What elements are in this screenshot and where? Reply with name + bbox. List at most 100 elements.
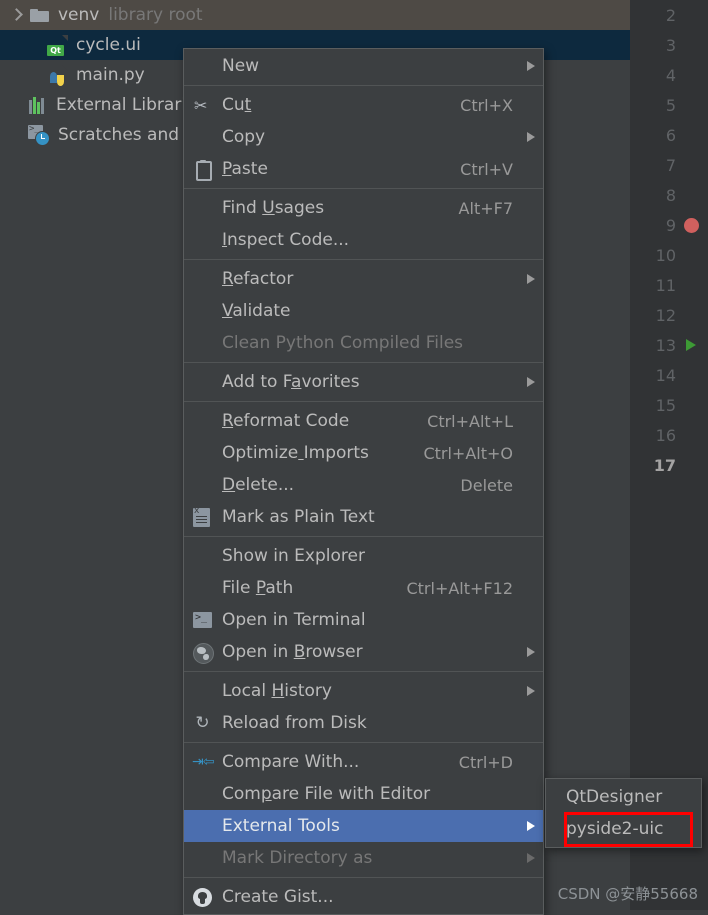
- gutter-line-4[interactable]: 4: [630, 60, 708, 90]
- menu-separator: [184, 536, 543, 537]
- menu-item-add-to-favorites[interactable]: Add to Favorites: [184, 366, 543, 398]
- file-context-menu[interactable]: New ✂ Cut Ctrl+X Copy Paste Ctrl+V Find Usages A…: [183, 48, 544, 915]
- gutter-line-10[interactable]: 10: [630, 240, 708, 270]
- gutter-line-15[interactable]: 15: [630, 390, 708, 420]
- menu-item-label: Show in Explorer: [222, 546, 365, 566]
- submenu-item-pyside2-uic[interactable]: pyside2-uic: [546, 813, 701, 845]
- menu-item-icon-slot: [184, 442, 222, 464]
- menu-item-label: Validate: [222, 301, 291, 321]
- line-number: 13: [655, 335, 676, 355]
- menu-item-label: Open in Browser: [222, 642, 363, 662]
- gutter-line-2[interactable]: 2: [630, 0, 708, 30]
- menu-item-find-usages[interactable]: Find Usages Alt+F7: [184, 192, 543, 224]
- tree-row-label: cycle.ui: [76, 35, 141, 55]
- gutter-line-5[interactable]: 5: [630, 90, 708, 120]
- gutter-line-6[interactable]: 6: [630, 120, 708, 150]
- submenu-arrow-icon: [527, 132, 535, 142]
- menu-item-reload-from-disk[interactable]: ↻ Reload from Disk: [184, 707, 543, 739]
- menu-item-shortcut: Delete: [460, 475, 513, 495]
- menu-separator: [184, 362, 543, 363]
- menu-item-icon-slot: [184, 126, 222, 148]
- run-triangle-icon[interactable]: [686, 339, 696, 351]
- menu-item-icon-slot: [184, 55, 222, 77]
- gutter-line-11[interactable]: 11: [630, 270, 708, 300]
- menu-item-file-path[interactable]: File Path Ctrl+Alt+F12: [184, 572, 543, 604]
- menu-item-label: Mark Directory as: [222, 848, 373, 868]
- submenu-arrow-icon: [527, 377, 535, 387]
- menu-item-validate[interactable]: Validate: [184, 295, 543, 327]
- gutter-line-14[interactable]: 14: [630, 360, 708, 390]
- menu-item-new[interactable]: New: [184, 50, 543, 82]
- tree-row-venv[interactable]: venv library root: [0, 0, 630, 30]
- menu-item-optimize-imports[interactable]: Optimize Imports Ctrl+Alt+O: [184, 437, 543, 469]
- menu-separator: [184, 401, 543, 402]
- tree-row-secondary-label: library root: [108, 5, 203, 25]
- menu-item-local-history[interactable]: Local History: [184, 675, 543, 707]
- menu-item-icon-slot: [184, 609, 222, 631]
- menu-item-open-in-browser[interactable]: Open in Browser: [184, 636, 543, 668]
- menu-item-create-gist[interactable]: Create Gist...: [184, 881, 543, 913]
- line-number: 11: [655, 275, 676, 295]
- gutter-line-16[interactable]: 16: [630, 420, 708, 450]
- menu-item-icon-slot: [184, 815, 222, 837]
- gutter-line-9[interactable]: 9: [630, 210, 708, 240]
- menu-item-reformat-code[interactable]: Reformat Code Ctrl+Alt+L: [184, 405, 543, 437]
- menu-item-icon-slot: [184, 371, 222, 393]
- python-file-icon: [46, 65, 68, 86]
- submenu-item-label: QtDesigner: [566, 787, 663, 807]
- menu-item-paste[interactable]: Paste Ctrl+V: [184, 153, 543, 185]
- menu-item-compare-with[interactable]: ⇥⇦ Compare With... Ctrl+D: [184, 746, 543, 778]
- chevron-right-icon[interactable]: [8, 7, 24, 23]
- menu-item-mark-as-plain-text[interactable]: Mark as Plain Text: [184, 501, 543, 533]
- menu-item-cut[interactable]: ✂ Cut Ctrl+X: [184, 89, 543, 121]
- submenu-arrow-icon: [527, 61, 535, 71]
- menu-item-external-tools[interactable]: External Tools: [184, 810, 543, 842]
- menu-separator: [184, 188, 543, 189]
- menu-item-icon-slot: [184, 410, 222, 432]
- menu-item-label: Create Gist...: [222, 887, 334, 907]
- submenu-arrow-icon: [527, 686, 535, 696]
- compare-icon: ⇥⇦: [192, 754, 214, 770]
- gutter-line-7[interactable]: 7: [630, 150, 708, 180]
- menu-item-icon-slot: [184, 641, 222, 664]
- menu-item-refactor[interactable]: Refactor: [184, 263, 543, 295]
- menu-item-show-in-explorer[interactable]: Show in Explorer: [184, 540, 543, 572]
- gutter-line-17[interactable]: 17: [630, 450, 708, 480]
- line-number: 7: [665, 155, 676, 175]
- menu-item-delete[interactable]: Delete... Delete: [184, 469, 543, 501]
- gutter-line-13[interactable]: 13: [630, 330, 708, 360]
- menu-item-label: Refactor: [222, 269, 294, 289]
- gutter-line-8[interactable]: 8: [630, 180, 708, 210]
- menu-item-inspect-code[interactable]: Inspect Code...: [184, 224, 543, 256]
- line-number: 5: [665, 95, 676, 115]
- menu-item-compare-file-with-editor[interactable]: Compare File with Editor: [184, 778, 543, 810]
- gutter-line-12[interactable]: 12: [630, 300, 708, 330]
- github-icon: [193, 888, 212, 907]
- menu-item-icon-slot: [184, 506, 222, 528]
- line-number: 15: [655, 395, 676, 415]
- line-number: 2: [665, 5, 676, 25]
- menu-item-open-in-terminal[interactable]: Open in Terminal: [184, 604, 543, 636]
- qt-ui-file-icon: Qt: [46, 35, 68, 56]
- breakpoint-icon[interactable]: [684, 217, 699, 233]
- menu-item-label: Optimize Imports: [222, 443, 369, 463]
- scissors-icon: ✂: [194, 96, 208, 115]
- menu-item-icon-slot: ↻: [184, 712, 222, 734]
- menu-item-copy[interactable]: Copy: [184, 121, 543, 153]
- submenu-arrow-icon: [527, 821, 535, 831]
- line-number: 14: [655, 365, 676, 385]
- menu-item-icon-slot: ⇥⇦: [184, 751, 222, 773]
- gutter-line-3[interactable]: 3: [630, 30, 708, 60]
- menu-item-shortcut: Ctrl+V: [460, 159, 513, 179]
- menu-item-label: Delete...: [222, 475, 295, 495]
- submenu-item-qtdesigner[interactable]: QtDesigner: [546, 781, 701, 813]
- external-tools-submenu[interactable]: QtDesigner pyside2-uic: [545, 778, 702, 848]
- menu-item-label: External Tools: [222, 816, 340, 836]
- menu-item-label: File Path: [222, 578, 294, 598]
- tree-row-label: main.py: [76, 65, 145, 85]
- menu-item-label: Reformat Code: [222, 411, 350, 431]
- menu-item-icon-slot: ✂: [184, 94, 222, 116]
- scratches-clock-icon: [28, 124, 50, 146]
- menu-item-icon-slot: [184, 332, 222, 354]
- editor-line-number-gutter: 2 3 4 5 6 7 8 9 10 11 12 13 14 15 16 17: [630, 0, 708, 910]
